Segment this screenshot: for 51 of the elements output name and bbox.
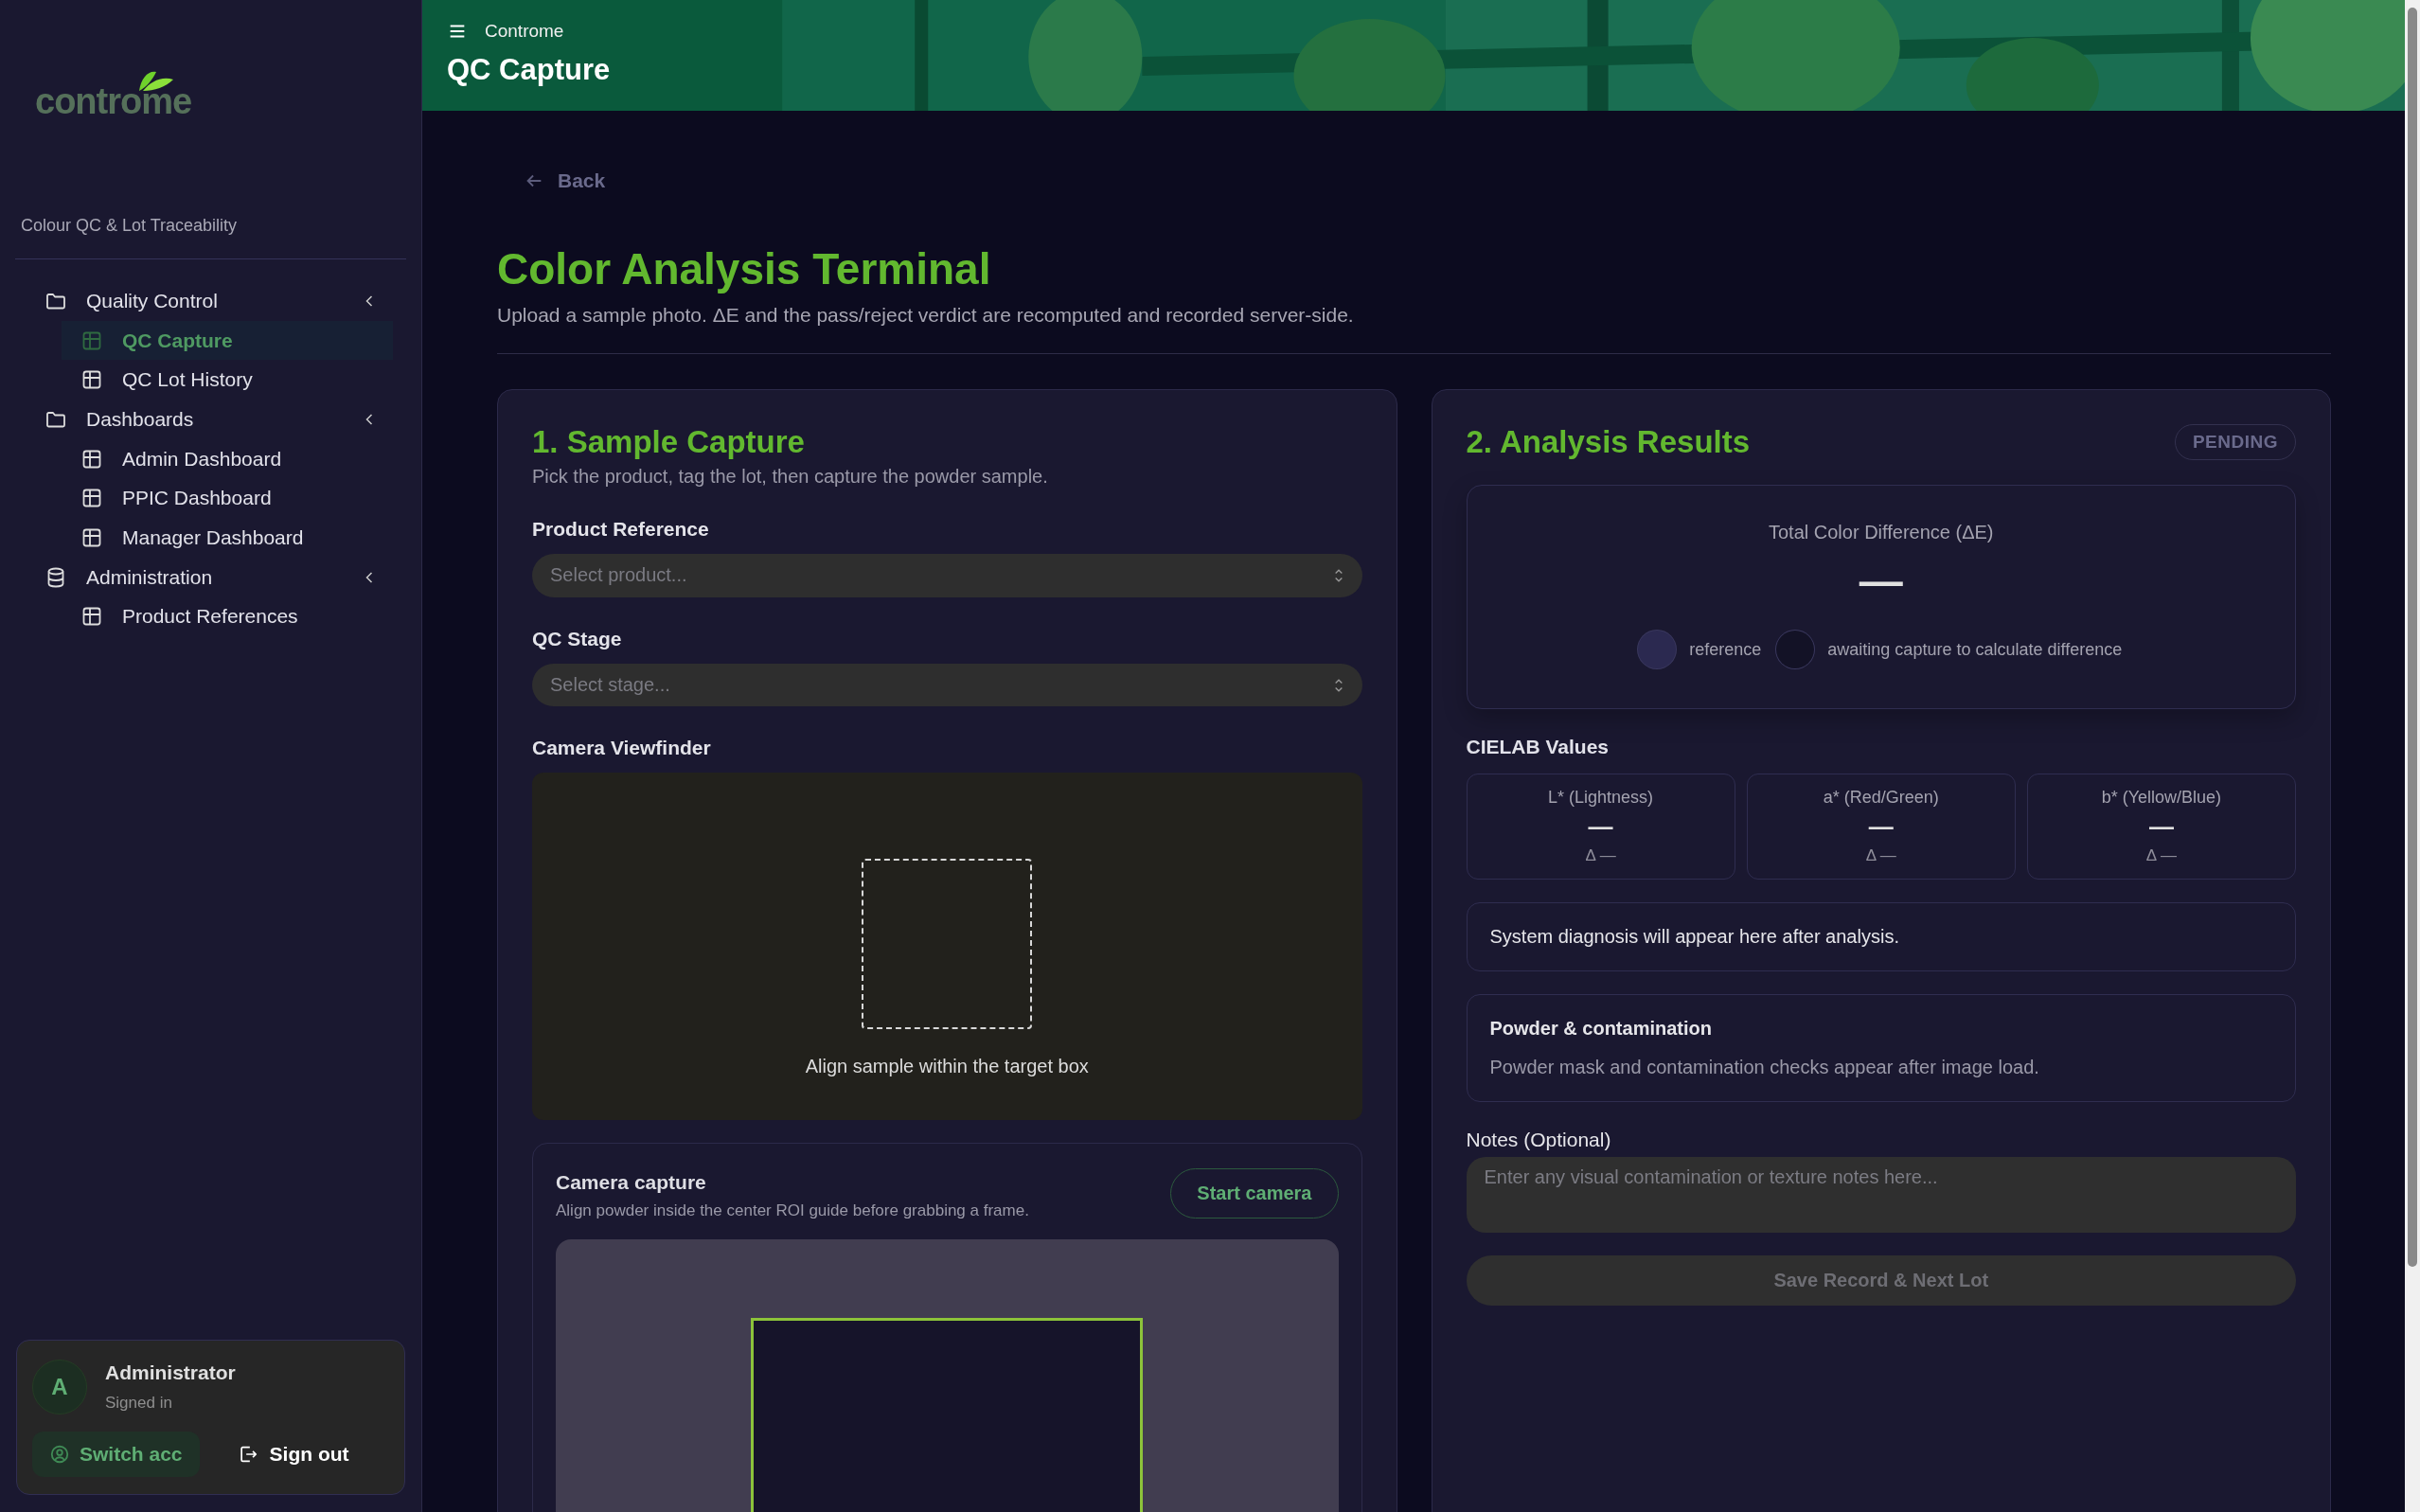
card-title: 1. Sample Capture [532, 424, 806, 460]
field-label: Notes (Optional) [1466, 1128, 1612, 1151]
tile-value: — [2148, 813, 2174, 841]
section-title: CIELAB Values [1466, 736, 1610, 758]
powder-text: Powder mask and contamination checks appear after image load. [1489, 1056, 2040, 1078]
nav-item[interactable]: QC Capture [62, 320, 393, 361]
sign-out-button[interactable]: Sign out [237, 1443, 349, 1466]
user-icon [49, 1444, 70, 1465]
tile-value: — [1588, 813, 1613, 841]
viewfinder-hint: Align sample within the target box [805, 1056, 1089, 1078]
logo: controme [35, 81, 192, 122]
back-button[interactable]: Back [518, 164, 612, 198]
nav-group[interactable]: Administration [0, 557, 421, 597]
nav-item[interactable]: QC Lot History [62, 360, 393, 400]
field-label: Product Reference [532, 518, 710, 541]
field-label: QC Stage [532, 627, 623, 650]
page-title: Color Analysis Terminal [497, 243, 992, 294]
powder-title: Powder & contamination [1489, 1017, 1713, 1040]
tile-delta: Δ — [1585, 845, 1616, 865]
delta-e-value: — [1859, 559, 1903, 602]
nav-item[interactable]: Product References [62, 596, 393, 637]
legend-label: awaiting capture to calculate difference [1827, 639, 2123, 660]
tagline: Colour QC & Lot Traceability [21, 216, 239, 236]
tile-delta: Δ — [2145, 845, 2177, 865]
tile-label: a* (Red/Green) [1823, 788, 1939, 808]
card-title: 2. Analysis Results [1466, 424, 1751, 460]
field-label: Camera Viewfinder [532, 737, 712, 760]
nav-group[interactable]: Dashboards [0, 400, 421, 439]
nav-item[interactable]: Manager Dashboard [62, 518, 393, 558]
user-name: Administrator [105, 1361, 236, 1384]
avatar: A [32, 1360, 87, 1414]
tile-delta: Δ — [1865, 845, 1896, 865]
page-subtitle: Upload a sample photo. ΔE and the pass/reject verdict are recomputed and recorded server-side. [497, 304, 1355, 327]
user-status: Signed in [105, 1394, 173, 1413]
switch-account-button[interactable]: Switch acc [32, 1432, 200, 1477]
camera-capture-hint: Align powder inside the center ROI guide before grabbing a frame. [556, 1201, 1029, 1220]
card-subtitle: Pick the product, tag the lot, then capture the powder sample. [532, 466, 1049, 488]
notes-field[interactable]: Enter any visual contamination or texture notes here... [1466, 1156, 2296, 1233]
tile-label: b* (Yellow/Blue) [2101, 788, 2222, 808]
camera-capture-title: Camera capture [556, 1171, 707, 1194]
tile-value: — [1868, 813, 1894, 841]
nav-item[interactable]: PPIC Dashboard [62, 478, 393, 519]
delta-e-label: Total Color Difference (ΔE) [1769, 522, 1994, 543]
diagnosis-text: System diagnosis will appear here after analysis. [1489, 925, 1899, 947]
breadcrumb[interactable]: Controme [485, 21, 564, 42]
legend-label: reference [1689, 639, 1762, 660]
tile-label: L* (Lightness) [1548, 788, 1654, 808]
nav-item[interactable]: Admin Dashboard [62, 438, 393, 479]
scrollbar[interactable] [2405, 0, 2420, 1512]
nav-group[interactable]: Quality Control [0, 281, 421, 321]
page-header-title: QC Capture [447, 53, 612, 87]
